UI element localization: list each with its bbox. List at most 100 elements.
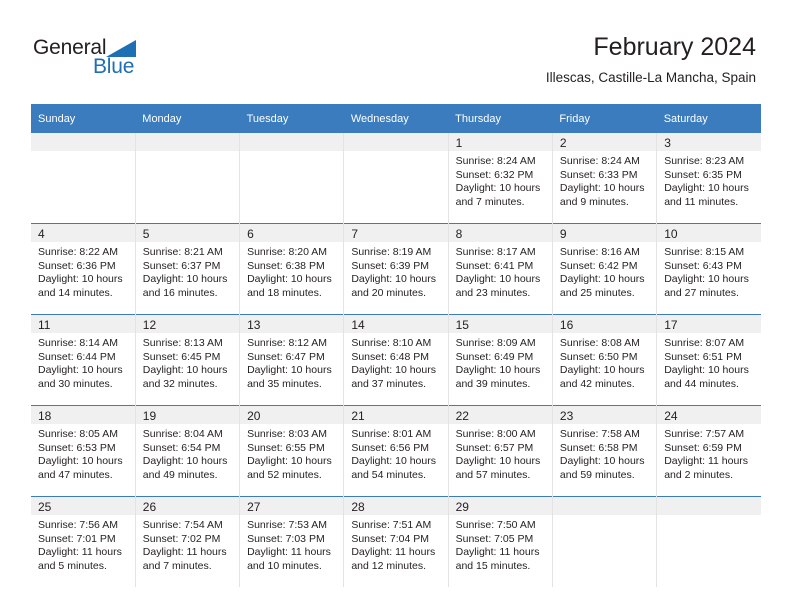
calendar-day-cell[interactable]: 16 Sunrise: 8:08 AM Sunset: 6:50 PM Dayligh… [552,314,658,406]
daylight-duration-line1: Daylight: 10 hours [351,455,436,468]
daylight-duration-line1: Daylight: 10 hours [38,455,123,468]
sunrise-time: Sunrise: 8:16 AM [559,246,640,258]
calendar-day-cell[interactable]: 19 Sunrise: 8:04 AM Sunset: 6:54 PM Dayligh… [135,405,241,497]
day-details: Sunrise: 8:17 AM Sunset: 6:41 PM Daylight:… [449,242,552,300]
sunset-time: Sunset: 6:41 PM [455,259,534,272]
daylight-duration-line2: and 54 minutes. [351,468,427,481]
day-number: 25 [31,497,135,515]
day-number: 7 [344,224,448,242]
daylight-duration-line2: and 44 minutes. [664,377,739,390]
calendar-day-cell[interactable]: 28 Sunrise: 7:51 AM Sunset: 7:04 PM Dayligh… [343,496,449,587]
day-details: Sunrise: 8:24 AM Sunset: 6:33 PM Daylight:… [553,151,656,209]
weekday-header-monday: Monday [135,104,240,133]
daylight-duration-line2: and 35 minutes. [247,377,322,390]
sunset-time: Sunset: 6:57 PM [455,441,534,454]
calendar-day-cell[interactable]: 21 Sunrise: 8:01 AM Sunset: 6:56 PM Dayligh… [343,405,449,497]
sunrise-time: Sunrise: 7:51 AM [351,519,432,531]
calendar-day-cell[interactable]: 7 Sunrise: 8:19 AM Sunset: 6:39 PM Daylight… [343,223,449,315]
generalblue-logo[interactable]: General Blue [33,37,163,83]
day-number [657,497,761,515]
sunset-time: Sunset: 6:38 PM [247,259,325,272]
calendar-day-cell[interactable]: 20 Sunrise: 8:03 AM Sunset: 6:55 PM Dayligh… [239,405,345,497]
calendar-day-cell[interactable]: 12 Sunrise: 8:13 AM Sunset: 6:45 PM Dayligh… [135,314,241,406]
daylight-duration-line2: and 49 minutes. [142,468,218,481]
calendar-day-cell[interactable]: 18 Sunrise: 8:05 AM Sunset: 6:53 PM Dayligh… [31,405,136,497]
day-number: 13 [240,315,344,333]
daylight-duration-line1: Daylight: 10 hours [247,455,332,468]
day-details: Sunrise: 8:04 AM Sunset: 6:54 PM Daylight:… [136,424,239,482]
daylight-duration-line1: Daylight: 10 hours [247,364,332,377]
daylight-duration-line2: and 9 minutes. [559,195,629,208]
calendar-day-cell[interactable]: 25 Sunrise: 7:56 AM Sunset: 7:01 PM Dayligh… [31,496,136,587]
sunset-time: Sunset: 6:43 PM [664,259,742,272]
daylight-duration-line2: and 23 minutes. [455,286,531,299]
page-subtitle: Illescas, Castille-La Mancha, Spain [545,70,756,85]
weekday-header-wednesday: Wednesday [343,104,449,133]
weekday-header-friday: Friday [552,104,657,133]
calendar-day-cell[interactable]: 13 Sunrise: 8:12 AM Sunset: 6:47 PM Dayligh… [239,314,345,406]
calendar-day-cell[interactable]: 17 Sunrise: 8:07 AM Sunset: 6:51 PM Dayligh… [656,314,761,406]
day-number: 14 [344,315,448,333]
daylight-duration-line1: Daylight: 10 hours [559,455,645,468]
calendar-day-cell[interactable]: 10 Sunrise: 8:15 AM Sunset: 6:43 PM Dayligh… [656,223,761,315]
daylight-duration-line1: Daylight: 10 hours [142,273,228,286]
weekday-header-thursday: Thursday [448,104,553,133]
calendar-day-cell[interactable]: 26 Sunrise: 7:54 AM Sunset: 7:02 PM Dayligh… [135,496,241,587]
day-details: Sunrise: 8:23 AM Sunset: 6:35 PM Daylight:… [657,151,761,209]
calendar-day-cell[interactable]: 3 Sunrise: 8:23 AM Sunset: 6:35 PM Daylight… [656,133,761,224]
calendar-day-cell[interactable]: 8 Sunrise: 8:17 AM Sunset: 6:41 PM Daylight… [448,223,553,315]
calendar-day-cell[interactable]: 1 Sunrise: 8:24 AM Sunset: 6:32 PM Daylight… [448,133,553,224]
calendar-week-row: 18 Sunrise: 8:05 AM Sunset: 6:53 PM Dayligh… [31,405,761,497]
calendar-day-cell[interactable]: 4 Sunrise: 8:22 AM Sunset: 6:36 PM Daylight… [31,223,136,315]
day-number: 21 [344,406,448,424]
day-details: Sunrise: 8:22 AM Sunset: 6:36 PM Daylight:… [31,242,135,300]
calendar-day-cell[interactable]: 24 Sunrise: 7:57 AM Sunset: 6:59 PM Dayligh… [656,405,761,497]
calendar-day-cell-empty [31,133,136,224]
calendar-day-cell[interactable]: 29 Sunrise: 7:50 AM Sunset: 7:05 PM Dayligh… [448,496,553,587]
sunrise-time: Sunrise: 7:53 AM [247,519,328,531]
day-number: 24 [657,406,761,424]
calendar-day-cell[interactable]: 2 Sunrise: 8:24 AM Sunset: 6:33 PM Daylight… [552,133,658,224]
sunrise-time: Sunrise: 8:19 AM [351,246,432,258]
day-number: 19 [135,406,240,424]
sunset-time: Sunset: 6:37 PM [142,259,221,272]
calendar-week-row: 25 Sunrise: 7:56 AM Sunset: 7:01 PM Dayligh… [31,496,761,587]
calendar-day-cell[interactable]: 27 Sunrise: 7:53 AM Sunset: 7:03 PM Dayligh… [239,496,345,587]
day-number: 27 [240,497,344,515]
day-number [31,133,135,151]
calendar-day-cell[interactable]: 9 Sunrise: 8:16 AM Sunset: 6:42 PM Daylight… [552,223,658,315]
daylight-duration-line2: and 47 minutes. [38,468,113,481]
day-number: 22 [448,406,552,424]
sunset-time: Sunset: 6:51 PM [664,350,742,363]
calendar-week-row: 1 Sunrise: 8:24 AM Sunset: 6:32 PM Daylight… [31,133,761,224]
sunrise-time: Sunrise: 7:57 AM [664,428,745,440]
day-number: 26 [135,497,240,515]
calendar-day-cell[interactable]: 5 Sunrise: 8:21 AM Sunset: 6:37 PM Daylight… [135,223,241,315]
daylight-duration-line1: Daylight: 10 hours [664,273,749,286]
daylight-duration-line1: Daylight: 11 hours [38,546,122,559]
sunrise-time: Sunrise: 8:10 AM [351,337,432,349]
day-details: Sunrise: 8:14 AM Sunset: 6:44 PM Daylight:… [31,333,135,391]
calendar-day-cell[interactable]: 14 Sunrise: 8:10 AM Sunset: 6:48 PM Dayligh… [343,314,449,406]
calendar-day-cell[interactable]: 22 Sunrise: 8:00 AM Sunset: 6:57 PM Dayligh… [448,405,553,497]
day-number: 23 [552,406,657,424]
daylight-duration-line2: and 15 minutes. [455,559,531,572]
daylight-duration-line1: Daylight: 10 hours [559,364,645,377]
calendar-day-cell[interactable]: 11 Sunrise: 8:14 AM Sunset: 6:44 PM Dayligh… [31,314,136,406]
sunrise-time: Sunrise: 8:14 AM [38,337,118,349]
daylight-duration-line1: Daylight: 10 hours [559,273,645,286]
calendar-day-cell[interactable]: 23 Sunrise: 7:58 AM Sunset: 6:58 PM Dayligh… [552,405,658,497]
sunrise-time: Sunrise: 8:24 AM [559,155,640,167]
daylight-duration-line2: and 16 minutes. [142,286,218,299]
day-details: Sunrise: 8:15 AM Sunset: 6:43 PM Daylight:… [657,242,761,300]
calendar-day-cell[interactable]: 6 Sunrise: 8:20 AM Sunset: 6:38 PM Daylight… [239,223,345,315]
sunrise-time: Sunrise: 8:13 AM [142,337,223,349]
calendar-day-cell-empty [656,496,761,587]
calendar-day-cell[interactable]: 15 Sunrise: 8:09 AM Sunset: 6:49 PM Dayligh… [448,314,553,406]
daylight-duration-line2: and 59 minutes. [559,468,635,481]
sunrise-time: Sunrise: 8:12 AM [247,337,328,349]
day-details: Sunrise: 7:58 AM Sunset: 6:58 PM Daylight:… [553,424,656,482]
sunset-time: Sunset: 6:50 PM [559,350,638,363]
daylight-duration-line2: and 27 minutes. [664,286,739,299]
sunrise-time: Sunrise: 7:58 AM [559,428,640,440]
